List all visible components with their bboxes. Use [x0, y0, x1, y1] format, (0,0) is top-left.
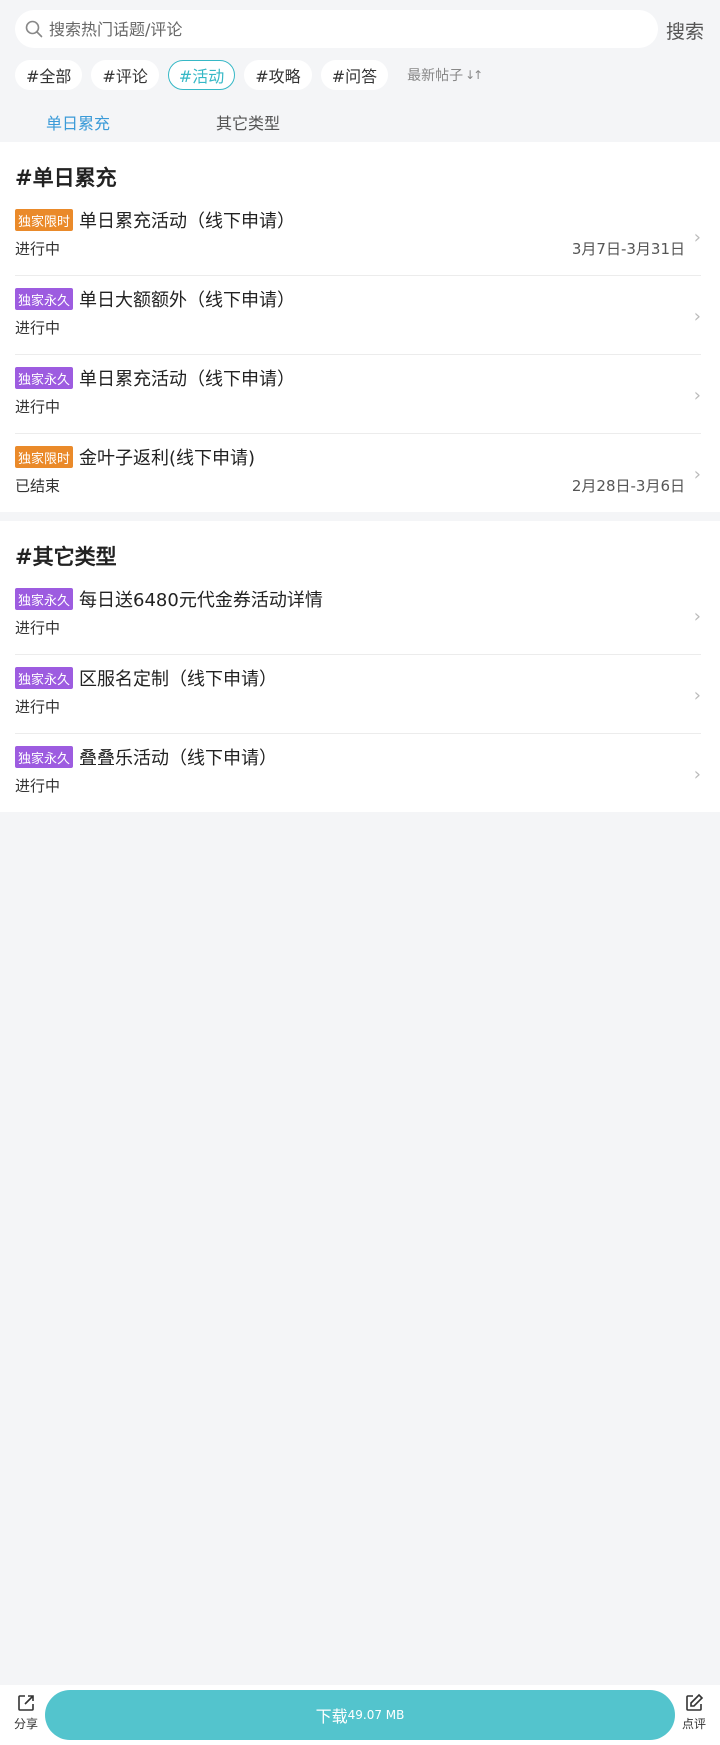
item-title: 叠叠乐活动（线下申请） — [79, 748, 278, 769]
item-date: 3月7日-3月31日 — [571, 240, 685, 258]
chevron-right-icon: › — [693, 606, 701, 627]
item-date: 2月28日-3月6日 — [571, 477, 685, 495]
search-icon — [25, 20, 43, 38]
list-item[interactable]: 独家限时 单日累充活动（线下申请） 进行中 3月7日-3月31日 › — [15, 197, 701, 276]
edit-icon — [686, 1693, 704, 1711]
status-badge: 独家永久 — [15, 288, 74, 310]
tag-filter-bar: #全部 #评论 #活动 #攻略 #问答 最新帖子 ↓↑ — [15, 58, 483, 92]
item-title: 单日累充活动（线下申请） — [79, 369, 296, 390]
item-status: 进行中 — [15, 240, 61, 258]
tab-other-types[interactable]: 其它类型 — [216, 110, 280, 134]
list-item[interactable]: 独家永久 叠叠乐活动（线下申请） 进行中 › — [15, 734, 701, 813]
item-status: 进行中 — [15, 698, 61, 716]
search-row: 搜索 — [0, 0, 720, 58]
item-status: 进行中 — [15, 777, 61, 795]
search-button[interactable]: 搜索 — [666, 17, 704, 44]
item-title: 区服名定制（线下申请） — [79, 669, 278, 690]
tag-activity[interactable]: #活动 — [167, 60, 236, 90]
chevron-right-icon: › — [693, 227, 701, 248]
chevron-right-icon: › — [693, 464, 701, 485]
list-item[interactable]: 独家永久 区服名定制（线下申请） 进行中 › — [15, 655, 701, 734]
sort-toggle[interactable]: 最新帖子 ↓↑ — [407, 65, 483, 85]
list-item[interactable]: 独家永久 单日大额额外（线下申请） 进行中 › — [15, 276, 701, 355]
status-badge: 独家永久 — [15, 746, 74, 768]
tag-review[interactable]: #评论 — [91, 60, 159, 90]
item-status: 进行中 — [15, 319, 61, 337]
item-title: 金叶子返利(线下申请) — [79, 448, 256, 469]
chevron-right-icon: › — [693, 306, 701, 327]
tag-qa[interactable]: #问答 — [320, 60, 389, 90]
search-box[interactable] — [15, 10, 658, 48]
category-tabs: 单日累充 其它类型 — [0, 102, 720, 140]
section-title: #单日累充 — [15, 166, 117, 190]
tag-guide[interactable]: #攻略 — [244, 60, 312, 90]
item-status: 已结束 — [15, 477, 61, 495]
status-badge: 独家永久 — [15, 667, 74, 689]
download-size: 49.07 MB — [347, 1708, 405, 1722]
status-badge: 独家限时 — [15, 209, 74, 231]
share-icon — [18, 1695, 34, 1711]
status-badge: 独家限时 — [15, 446, 74, 468]
chevron-right-icon: › — [693, 385, 701, 406]
section-title: #其它类型 — [15, 545, 117, 569]
sort-arrows-icon: ↓↑ — [465, 68, 483, 82]
chevron-right-icon: › — [693, 685, 701, 706]
review-button[interactable]: 点评 — [676, 1693, 712, 1732]
tab-daily-recharge[interactable]: 单日累充 — [46, 110, 110, 134]
download-label: 下载 — [315, 1707, 348, 1726]
item-title: 单日大额额外（线下申请） — [79, 290, 296, 311]
sort-label: 最新帖子 — [407, 68, 464, 84]
tag-all[interactable]: #全部 — [15, 60, 83, 90]
list-item[interactable]: 独家永久 每日送6480元代金券活动详情 进行中 › — [15, 576, 701, 655]
item-status: 进行中 — [15, 619, 61, 637]
download-button[interactable]: 下载 49.07 MB — [45, 1690, 675, 1740]
section-other-types: #其它类型 独家永久 每日送6480元代金券活动详情 进行中 › 独家永久 区服… — [0, 521, 720, 812]
list-item[interactable]: 独家限时 金叶子返利(线下申请) 已结束 2月28日-3月6日 › — [15, 434, 701, 513]
bottom-action-bar: 分享 下载 49.07 MB 点评 — [0, 1685, 720, 1745]
share-label: 分享 — [13, 1717, 38, 1731]
item-title: 单日累充活动（线下申请） — [79, 211, 296, 232]
section-daily-recharge: #单日累充 独家限时 单日累充活动（线下申请） 进行中 3月7日-3月31日 ›… — [0, 142, 720, 512]
status-badge: 独家永久 — [15, 588, 74, 610]
list-item[interactable]: 独家永久 单日累充活动（线下申请） 进行中 › — [15, 355, 701, 434]
search-input[interactable] — [49, 19, 609, 39]
review-label: 点评 — [681, 1717, 706, 1731]
share-button[interactable]: 分享 — [8, 1693, 44, 1732]
item-status: 进行中 — [15, 398, 61, 416]
chevron-right-icon: › — [693, 764, 701, 785]
item-title: 每日送6480元代金券活动详情 — [79, 590, 323, 611]
status-badge: 独家永久 — [15, 367, 74, 389]
